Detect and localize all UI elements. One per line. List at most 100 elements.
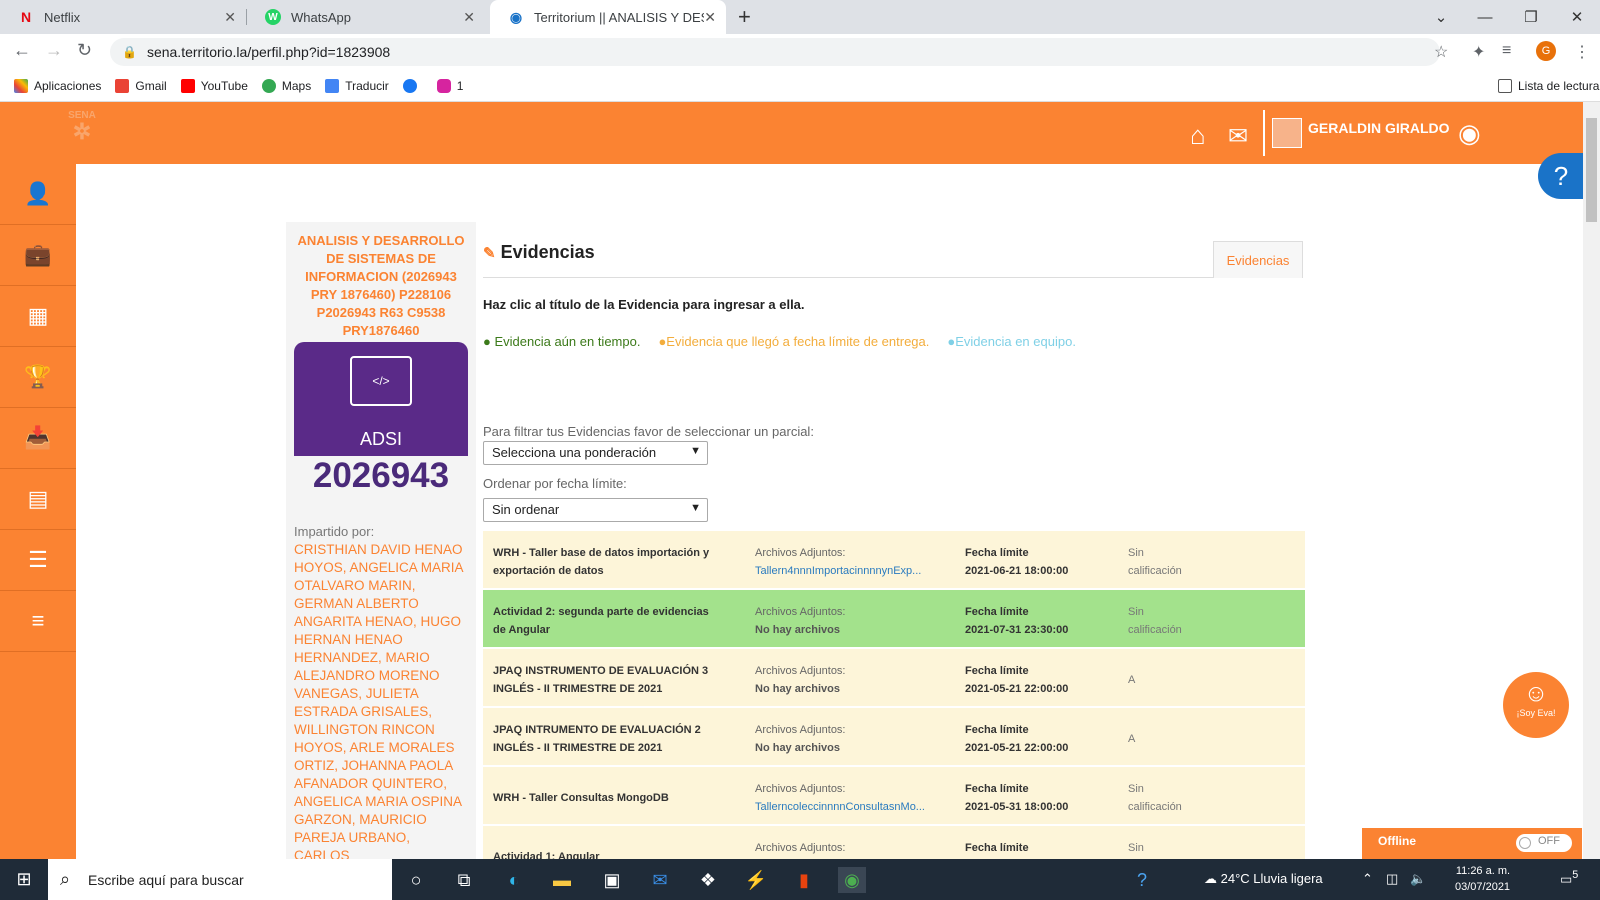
tab-netflix[interactable]: N Netflix ✕	[0, 0, 246, 34]
menu-icon[interactable]: ⋮	[1574, 42, 1590, 62]
deadline: 2021-06-21 18:00:00	[965, 565, 1069, 577]
store-icon[interactable]: ▣	[598, 867, 626, 893]
dropbox-icon[interactable]: ❖	[694, 867, 722, 893]
bookmark-traducir[interactable]: Traducir	[325, 78, 389, 93]
bookmark-star-icon[interactable]: ☆	[1434, 42, 1448, 62]
close-window-button[interactable]: ✕	[1554, 0, 1600, 34]
tab-title: WhatsApp	[291, 9, 351, 25]
evidence-title[interactable]: JPAQ INSTRUMENTO DE EVALUACIÓN 3 INGLÉS …	[493, 662, 718, 698]
evidence-row[interactable]: JPAQ INTRUMENTO DE EVALUACIÓN 2 INGLÉS -…	[483, 708, 1305, 765]
home-icon[interactable]: ⌂	[1190, 120, 1206, 151]
weather-widget[interactable]: ☁ 24°C Lluvia ligera	[1204, 871, 1323, 887]
windows-start-icon[interactable]: ⊞	[0, 859, 48, 900]
sidebar-item-profile[interactable]: 👤	[0, 164, 76, 225]
bookmark-gmail[interactable]: Gmail	[115, 78, 167, 93]
tray-chevron-icon[interactable]: ⌃	[1362, 871, 1373, 887]
reload-icon[interactable]: ↻	[77, 40, 92, 61]
mail-app-icon[interactable]: ✉	[646, 867, 674, 893]
tab-territorium[interactable]: ◉ Territorium || ANALISIS Y DESARR ✕	[490, 0, 726, 34]
extensions-icon[interactable]: ✦	[1472, 42, 1485, 62]
evidence-row[interactable]: WRH - Taller Consultas MongoDB Archivos …	[483, 767, 1305, 824]
close-tab-icon[interactable]: ✕	[463, 9, 475, 26]
task-view-icon[interactable]: ⧉	[450, 867, 478, 893]
netflix-icon: N	[20, 9, 32, 25]
bookmark-maps[interactable]: Maps	[261, 78, 311, 93]
evidence-title[interactable]: Actividad 2: segunda parte de evidencias…	[493, 603, 718, 639]
sidebar-item-grades[interactable]: ▤	[0, 469, 76, 530]
forward-icon[interactable]: →	[45, 40, 63, 61]
toggle-knob	[1519, 837, 1531, 849]
mail-icon[interactable]: ✉	[1228, 122, 1248, 151]
file-explorer-icon[interactable]: ▬	[548, 867, 576, 893]
user-name[interactable]: GERALDIN GIRALDO	[1308, 120, 1450, 136]
sidebar-item-menu[interactable]: ≡	[0, 591, 76, 652]
ponderacion-select[interactable]: Selecciona una ponderación ▼	[483, 441, 708, 465]
evidence-title[interactable]: Actividad 1: Angular	[493, 848, 718, 859]
clock[interactable]: 11:26 a. m. 03/07/2021	[1455, 863, 1510, 895]
eye-icon[interactable]: ◉	[1458, 118, 1481, 149]
notifications-icon[interactable]: ▭5	[1560, 869, 1578, 887]
office-icon[interactable]: ▮	[790, 867, 818, 893]
tab-evidencias[interactable]: Evidencias	[1213, 241, 1303, 278]
attachment-link[interactable]: Tallern4nnnImportacinnnnynExp...	[755, 562, 945, 580]
offline-chat-bar[interactable]: Offline OFF	[1362, 828, 1582, 859]
back-icon[interactable]: ←	[13, 40, 31, 61]
course-title[interactable]: ANALISIS Y DESARROLLO DE SISTEMAS DE INF…	[286, 222, 476, 340]
sidebar-item-courses[interactable]: 💼	[0, 225, 76, 286]
teachers-list[interactable]: CRISTHIAN DAVID HENAO HOYOS, ANGELICA MA…	[286, 541, 476, 865]
tab-search-icon[interactable]: ⌄	[1418, 0, 1464, 34]
sidebar-item-inbox[interactable]: 📥	[0, 408, 76, 469]
order-select[interactable]: Sin ordenar ▼	[483, 498, 708, 522]
reading-list[interactable]: Lista de lectura	[1498, 78, 1599, 93]
volume-icon[interactable]: 🔈	[1410, 871, 1426, 887]
status-legend: ● Evidencia aún en tiempo. ●Evidencia qu…	[483, 334, 1076, 349]
grade: A	[1128, 733, 1136, 745]
deadline: 2021-05-21 22:00:00	[965, 683, 1069, 695]
url-bar[interactable]: 🔒 sena.territorio.la/perfil.php?id=18239…	[110, 38, 1440, 66]
sidebar-item-achievements[interactable]: 🏆	[0, 347, 76, 408]
scrollbar-thumb[interactable]	[1586, 118, 1597, 222]
eva-assistant-button[interactable]: ☺ ¡Soy Eva!	[1503, 672, 1569, 738]
attachment-link[interactable]: TallerncoleccinnnnConsultasnMo...	[755, 798, 945, 816]
evidence-row[interactable]: WRH - Taller base de datos importación y…	[483, 531, 1305, 588]
maps-icon	[261, 78, 276, 93]
close-tab-icon[interactable]: ✕	[704, 9, 716, 26]
tab-whatsapp[interactable]: W WhatsApp ✕	[247, 0, 485, 34]
sidebar-item-calendar[interactable]: ▦	[0, 286, 76, 347]
sidebar-item-list[interactable]: ☰	[0, 530, 76, 591]
site-header: SENA ✲ ⌂ ✉ GERALDIN GIRALDO ◉	[0, 102, 1583, 164]
minimize-button[interactable]: —	[1462, 0, 1508, 34]
help-icon[interactable]: ?	[1538, 153, 1584, 199]
attachment-value: No hay archivos	[755, 624, 840, 636]
filter-label: Para filtrar tus Evidencias favor de sel…	[483, 424, 814, 439]
evidence-row[interactable]: JPAQ INSTRUMENTO DE EVALUACIÓN 3 INGLÉS …	[483, 649, 1305, 706]
robot-icon: ☺	[1523, 680, 1549, 707]
edge-icon[interactable]: ◐	[500, 867, 528, 893]
chrome-icon[interactable]: ◉	[838, 867, 866, 893]
app-icon[interactable]: ⚡	[742, 867, 770, 893]
grade: Sin	[1128, 842, 1144, 854]
help-tray-icon[interactable]: ?	[1128, 867, 1156, 893]
bookmarks-bar: Aplicaciones Gmail YouTube Maps Traducir…	[0, 70, 1600, 102]
bookmark-facebook[interactable]	[402, 78, 423, 93]
sena-logo[interactable]: SENA ✲	[60, 110, 104, 150]
evidence-row[interactable]: Actividad 1: Angular Archivos Adjuntos: …	[483, 826, 1305, 859]
network-icon[interactable]: ◫	[1386, 871, 1398, 887]
attachment-value: No hay archivos	[755, 742, 840, 754]
evidence-title[interactable]: WRH - Taller Consultas MongoDB	[493, 789, 718, 807]
taskbar-search[interactable]: ⌕ Escribe aquí para buscar	[48, 859, 392, 900]
cortana-icon[interactable]: ○	[402, 867, 430, 893]
evidence-title[interactable]: JPAQ INTRUMENTO DE EVALUACIÓN 2 INGLÉS -…	[493, 721, 718, 757]
offline-toggle[interactable]: OFF	[1516, 834, 1572, 852]
evidence-row[interactable]: Actividad 2: segunda parte de evidencias…	[483, 590, 1305, 647]
close-tab-icon[interactable]: ✕	[224, 9, 236, 26]
bookmark-youtube[interactable]: YouTube	[180, 78, 248, 93]
bookmark-apps[interactable]: Aplicaciones	[14, 78, 101, 93]
profile-avatar[interactable]: G	[1536, 41, 1556, 61]
avatar[interactable]	[1272, 118, 1302, 148]
maximize-button[interactable]: ❐	[1508, 0, 1554, 34]
evidence-title[interactable]: WRH - Taller base de datos importación y…	[493, 544, 718, 580]
media-icon[interactable]: ≡	[1502, 42, 1511, 60]
bookmark-instagram[interactable]: 1	[436, 78, 463, 93]
new-tab-button[interactable]: +	[738, 4, 751, 30]
